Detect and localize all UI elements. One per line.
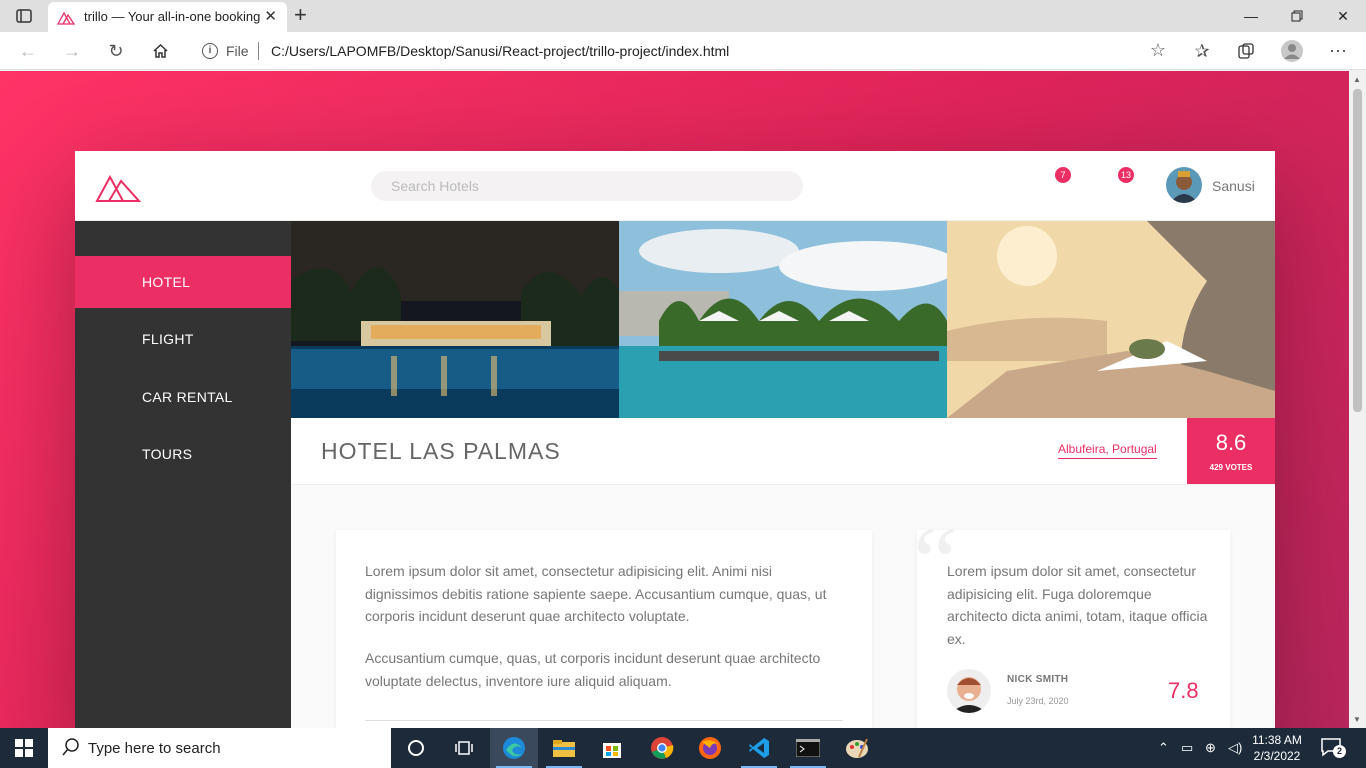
address-bar[interactable]: i File C:/Users/LAPOMFB/Desktop/Sanusi/R… xyxy=(188,36,1174,66)
hotel-photo-day-pool[interactable] xyxy=(619,221,947,418)
chrome-icon[interactable] xyxy=(638,728,686,768)
divider xyxy=(365,720,843,721)
user-name[interactable]: Sanusi xyxy=(1212,178,1255,194)
sidebar-item-label: HOTEL xyxy=(142,274,191,290)
favorites-icon[interactable]: ✰ xyxy=(1188,39,1216,63)
home-icon[interactable] xyxy=(146,39,174,63)
scroll-up-icon[interactable]: ▲ xyxy=(1353,75,1361,84)
tab-title: trillo — Your all-in-one booking app xyxy=(84,9,264,24)
message-notification-badge[interactable]: 13 xyxy=(1118,167,1134,183)
notification-icon[interactable]: 2 xyxy=(1320,737,1350,761)
trillo-logo-icon[interactable] xyxy=(95,169,141,203)
scrollbar[interactable]: ▲ ▼ xyxy=(1349,71,1366,728)
address-file-label: File xyxy=(226,43,249,59)
reviewer-name: NICK SMITH xyxy=(1007,674,1069,685)
task-view-icon[interactable] xyxy=(440,728,488,768)
volume-icon[interactable]: ◁) xyxy=(1228,740,1242,756)
windows-start-icon[interactable] xyxy=(0,728,48,768)
sidebar-item-label: TOURS xyxy=(142,446,193,462)
sidebar-item-tours[interactable]: TOURS xyxy=(75,428,291,480)
taskbar: Type here to search ⌃ ▭ ⊕ ◁) 11:38 AM 2/… xyxy=(0,728,1366,768)
clock-date: 2/3/2022 xyxy=(1253,749,1301,763)
scrollbar-thumb[interactable] xyxy=(1353,89,1362,412)
bookmark-notification-badge[interactable]: 7 xyxy=(1055,167,1071,183)
close-icon[interactable]: ✕ xyxy=(264,7,277,25)
plus-icon[interactable]: + xyxy=(294,3,307,27)
sidebar-item-hotel[interactable]: HOTEL xyxy=(75,256,291,308)
description-card: Lorem ipsum dolor sit amet, consectetur … xyxy=(336,530,872,728)
collections-icon[interactable] xyxy=(1232,39,1260,63)
store-icon[interactable] xyxy=(588,728,636,768)
sidebar-item-flight[interactable]: FLIGHT xyxy=(75,313,291,365)
terminal-icon[interactable] xyxy=(784,728,832,768)
clock-time: 11:38 AM xyxy=(1252,733,1302,747)
back-icon[interactable]: ← xyxy=(14,39,42,63)
browser-tab[interactable]: trillo — Your all-in-one booking app ✕ xyxy=(48,2,287,32)
hotel-heading: HOTEL LAS PALMAS xyxy=(321,438,561,464)
more-icon[interactable]: ⋯ xyxy=(1324,39,1352,63)
hotel-gallery xyxy=(291,221,1275,418)
url-text[interactable]: C:/Users/LAPOMFB/Desktop/Sanusi/React-pr… xyxy=(271,43,729,59)
page-viewport: 7 13 Sanusi HOTEL FLIGHT CAR RENTAL TOUR… xyxy=(0,71,1349,728)
hotel-photo-night-pool[interactable] xyxy=(291,221,619,418)
hotel-overview: HOTEL LAS PALMAS Albufeira, Portugal 8.6… xyxy=(291,418,1275,485)
sidebar-item-label: CAR RENTAL xyxy=(142,389,233,405)
description-paragraph: Accusantium cumque, quas, ut corporis in… xyxy=(365,650,821,689)
scroll-down-icon[interactable]: ▼ xyxy=(1353,715,1361,724)
sidebar-item-car-rental[interactable]: CAR RENTAL xyxy=(75,371,291,423)
rating-box: 8.6 429 VOTES xyxy=(1187,418,1275,484)
sidebar-item-label: FLIGHT xyxy=(142,331,194,347)
vscode-icon[interactable] xyxy=(735,728,783,768)
rating-average: 8.6 xyxy=(1215,430,1247,455)
taskbar-search[interactable]: Type here to search xyxy=(48,728,391,768)
notification-count: 2 xyxy=(1333,745,1346,758)
taskbar-search-text: Type here to search xyxy=(88,740,221,757)
refresh-icon[interactable]: ↻ xyxy=(102,39,130,63)
edge-icon[interactable] xyxy=(490,728,538,768)
paint-icon[interactable] xyxy=(833,728,881,768)
network-icon[interactable]: ▭ xyxy=(1181,740,1193,756)
app-header: 7 13 Sanusi xyxy=(75,151,1275,221)
minimize-icon[interactable]: — xyxy=(1228,0,1274,32)
search-input[interactable] xyxy=(371,171,803,201)
clock[interactable]: 11:38 AM 2/3/2022 xyxy=(1250,732,1304,764)
file-explorer-icon[interactable] xyxy=(540,728,588,768)
chevron-up-icon[interactable]: ⌃ xyxy=(1158,740,1169,756)
search-icon xyxy=(62,738,79,756)
sidebar: HOTEL FLIGHT CAR RENTAL TOURS xyxy=(75,221,291,728)
review-date: July 23rd, 2020 xyxy=(1007,696,1069,706)
review-rating: 7.8 xyxy=(1168,678,1199,703)
language-icon[interactable]: ⊕ xyxy=(1205,740,1216,756)
tab-actions-icon[interactable] xyxy=(10,6,38,26)
trillo-logo-icon xyxy=(57,11,75,25)
app-container: 7 13 Sanusi HOTEL FLIGHT CAR RENTAL TOUR… xyxy=(75,151,1275,728)
hotel-photo-terrace[interactable] xyxy=(947,221,1275,418)
browser-navbar: ← → ↻ i File C:/Users/LAPOMFB/Desktop/Sa… xyxy=(0,32,1366,70)
profile-icon[interactable] xyxy=(1278,39,1306,63)
cortana-icon[interactable] xyxy=(392,728,440,768)
add-favorite-icon[interactable]: ☆ xyxy=(1150,40,1166,61)
close-window-icon[interactable]: ✕ xyxy=(1320,0,1366,32)
avatar[interactable] xyxy=(1166,167,1202,203)
info-icon[interactable]: i xyxy=(202,43,218,59)
address-divider xyxy=(258,42,259,60)
location-link[interactable]: Albufeira, Portugal xyxy=(1058,442,1157,459)
description-paragraph: Lorem ipsum dolor sit amet, consectetur … xyxy=(365,563,827,624)
review-card: “ Lorem ipsum dolor sit amet, consectetu… xyxy=(913,512,1230,728)
forward-icon[interactable]: → xyxy=(58,39,86,63)
reviewer-avatar xyxy=(947,669,991,713)
firefox-icon[interactable] xyxy=(686,728,734,768)
restore-icon[interactable] xyxy=(1274,0,1320,32)
rating-count: 429 VOTES xyxy=(1209,463,1253,472)
browser-titlebar: trillo — Your all-in-one booking app ✕ +… xyxy=(0,0,1366,32)
review-text: Lorem ipsum dolor sit amet, consectetur … xyxy=(947,563,1208,647)
